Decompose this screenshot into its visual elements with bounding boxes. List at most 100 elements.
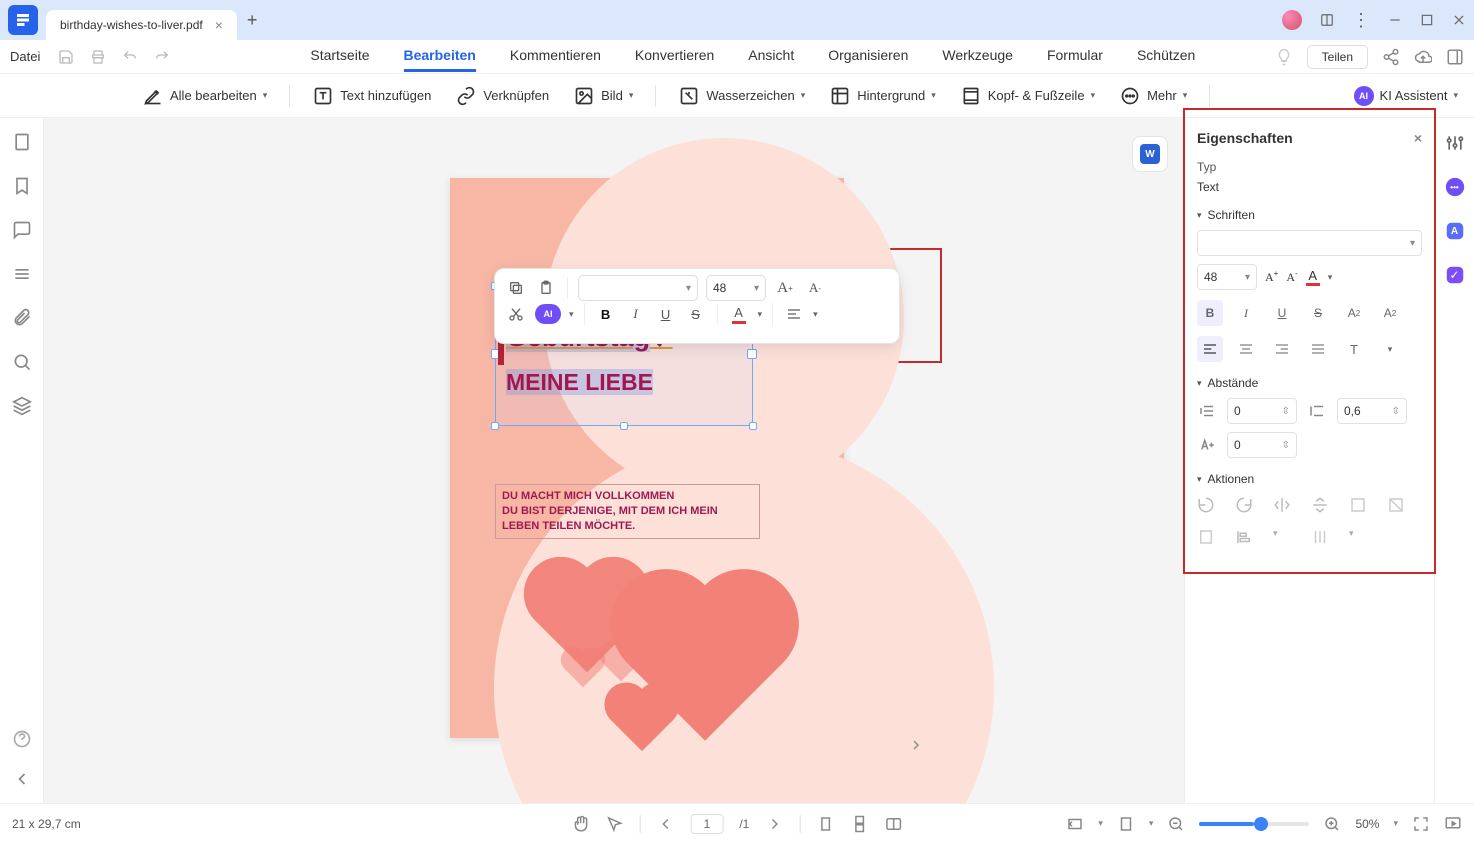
add-text-button[interactable]: Text hinzufügen xyxy=(304,81,439,111)
strikethrough-button[interactable]: S xyxy=(685,303,707,325)
single-page-icon[interactable] xyxy=(816,815,834,833)
link-button[interactable]: Verknüpfen xyxy=(447,81,557,111)
italic-button[interactable]: I xyxy=(625,303,647,325)
maximize-icon[interactable] xyxy=(1420,13,1434,27)
background-button[interactable]: Hintergrund ▾ xyxy=(821,81,943,111)
canvas[interactable]: Alles Gute zum Geburtstag↲ MEINE LIEBE D… xyxy=(44,118,1184,803)
tab-konvertieren[interactable]: Konvertieren xyxy=(635,41,714,72)
save-icon[interactable] xyxy=(56,47,76,67)
document-tab[interactable]: birthday-wishes-to-liver.pdf × xyxy=(46,10,237,40)
body-text-block[interactable]: DU MACHT MICH VOLLKOMMEN DU BIST DERJENI… xyxy=(495,484,760,539)
minimize-icon[interactable] xyxy=(1388,13,1402,27)
increase-font-icon[interactable]: A+ xyxy=(1265,269,1278,285)
cloud-upload-icon[interactable] xyxy=(1414,48,1432,66)
tab-schuetzen[interactable]: Schützen xyxy=(1137,41,1195,72)
copy-icon[interactable] xyxy=(505,277,527,299)
header-footer-button[interactable]: Kopf- & Fußzeile ▾ xyxy=(952,81,1103,111)
ai-chip-icon[interactable]: AI xyxy=(535,304,561,324)
print-icon[interactable] xyxy=(88,47,108,67)
share-button[interactable]: Teilen xyxy=(1307,45,1368,69)
edit-all-button[interactable]: Alle bearbeiten ▾ xyxy=(134,81,275,111)
font-color-button[interactable]: A xyxy=(728,303,750,325)
subscript-toggle[interactable]: A2 xyxy=(1377,300,1403,326)
tab-werkzeuge[interactable]: Werkzeuge xyxy=(942,41,1013,72)
tab-startseite[interactable]: Startseite xyxy=(310,41,369,72)
font-family-select[interactable]: ▾ xyxy=(578,275,698,301)
share-nodes-icon[interactable] xyxy=(1382,48,1400,66)
zoom-in-icon[interactable] xyxy=(1323,815,1341,833)
increase-font-icon[interactable]: A+ xyxy=(774,277,796,299)
zoom-slider[interactable] xyxy=(1199,822,1309,826)
next-page-icon[interactable] xyxy=(765,815,783,833)
align-objects-icon[interactable] xyxy=(1235,528,1257,550)
align-button[interactable] xyxy=(783,303,805,325)
decrease-font-icon[interactable]: A- xyxy=(804,277,826,299)
rotate-left-icon[interactable] xyxy=(1197,496,1219,518)
thumbnails-icon[interactable] xyxy=(12,132,32,152)
read-mode-icon[interactable] xyxy=(884,815,902,833)
presentation-icon[interactable] xyxy=(1444,815,1462,833)
sliders-icon[interactable] xyxy=(1442,130,1468,156)
paste-icon[interactable] xyxy=(535,277,557,299)
lightbulb-icon[interactable] xyxy=(1275,48,1293,66)
panel-icon[interactable] xyxy=(1320,13,1334,27)
page-number-input[interactable]: 1 xyxy=(691,814,724,834)
undo-icon[interactable] xyxy=(120,47,140,67)
attachment-icon[interactable] xyxy=(12,308,32,328)
ai-check-icon[interactable]: ✓ xyxy=(1442,262,1468,288)
panel-toggle-icon[interactable] xyxy=(1446,48,1464,66)
cut-icon[interactable] xyxy=(505,303,527,325)
decrease-font-icon[interactable]: A- xyxy=(1286,269,1297,285)
spacing-after-field[interactable]: 0,6⇳ xyxy=(1337,398,1407,424)
tab-kommentieren[interactable]: Kommentieren xyxy=(510,41,601,72)
image-button[interactable]: Bild ▾ xyxy=(565,81,641,111)
ai-chat-icon[interactable]: ••• xyxy=(1442,174,1468,200)
zoom-value[interactable]: 50% xyxy=(1355,817,1379,831)
fit-page-icon[interactable] xyxy=(1117,815,1135,833)
layers-icon[interactable] xyxy=(12,396,32,416)
font-color-icon[interactable]: A xyxy=(1306,268,1320,286)
tab-bearbeiten[interactable]: Bearbeiten xyxy=(404,41,476,72)
underline-toggle[interactable]: U xyxy=(1269,300,1295,326)
continuous-page-icon[interactable] xyxy=(850,815,868,833)
convert-to-word-button[interactable]: W xyxy=(1132,136,1168,172)
align-left-button[interactable] xyxy=(1197,336,1223,362)
bold-toggle[interactable]: B xyxy=(1197,300,1223,326)
close-panel-icon[interactable]: × xyxy=(1414,130,1422,146)
align-justify-button[interactable] xyxy=(1305,336,1331,362)
new-tab-button[interactable]: + xyxy=(247,10,258,31)
bookmark-icon[interactable] xyxy=(12,176,32,196)
replace-icon[interactable] xyxy=(1387,496,1409,518)
tab-ansicht[interactable]: Ansicht xyxy=(748,41,794,72)
collapse-right-icon[interactable] xyxy=(908,737,924,753)
fit-width-icon[interactable] xyxy=(1066,815,1084,833)
user-avatar[interactable] xyxy=(1282,10,1302,30)
strikethrough-toggle[interactable]: S xyxy=(1305,300,1331,326)
distribute-icon[interactable] xyxy=(1311,528,1333,550)
font-family-field[interactable]: ▾ xyxy=(1197,230,1422,256)
font-size-field[interactable]: 48▾ xyxy=(1197,264,1257,290)
superscript-toggle[interactable]: A2 xyxy=(1341,300,1367,326)
search-icon[interactable] xyxy=(12,352,32,372)
list-icon[interactable] xyxy=(12,264,32,284)
bold-button[interactable]: B xyxy=(595,303,617,325)
rotate-right-icon[interactable] xyxy=(1235,496,1257,518)
collapse-left-icon[interactable] xyxy=(12,769,32,789)
select-tool-icon[interactable] xyxy=(606,815,624,833)
align-right-button[interactable] xyxy=(1269,336,1295,362)
tab-organisieren[interactable]: Organisieren xyxy=(828,41,908,72)
tab-formular[interactable]: Formular xyxy=(1047,41,1103,72)
italic-toggle[interactable]: I xyxy=(1233,300,1259,326)
pdf-page[interactable]: Alles Gute zum Geburtstag↲ MEINE LIEBE D… xyxy=(450,178,844,738)
kebab-menu-icon[interactable]: ⋮ xyxy=(1352,10,1370,31)
ai-translate-icon[interactable]: A xyxy=(1442,218,1468,244)
prev-page-icon[interactable] xyxy=(657,815,675,833)
subtitle-text[interactable]: MEINE LIEBE xyxy=(496,357,752,396)
help-icon[interactable] xyxy=(12,729,32,749)
zoom-out-icon[interactable] xyxy=(1167,815,1185,833)
window-close-icon[interactable] xyxy=(1452,13,1466,27)
ai-assistant-button[interactable]: AI KI Assistent ▾ xyxy=(1354,86,1458,106)
underline-button[interactable]: U xyxy=(655,303,677,325)
comment-icon[interactable] xyxy=(12,220,32,240)
extract-icon[interactable] xyxy=(1197,528,1219,550)
